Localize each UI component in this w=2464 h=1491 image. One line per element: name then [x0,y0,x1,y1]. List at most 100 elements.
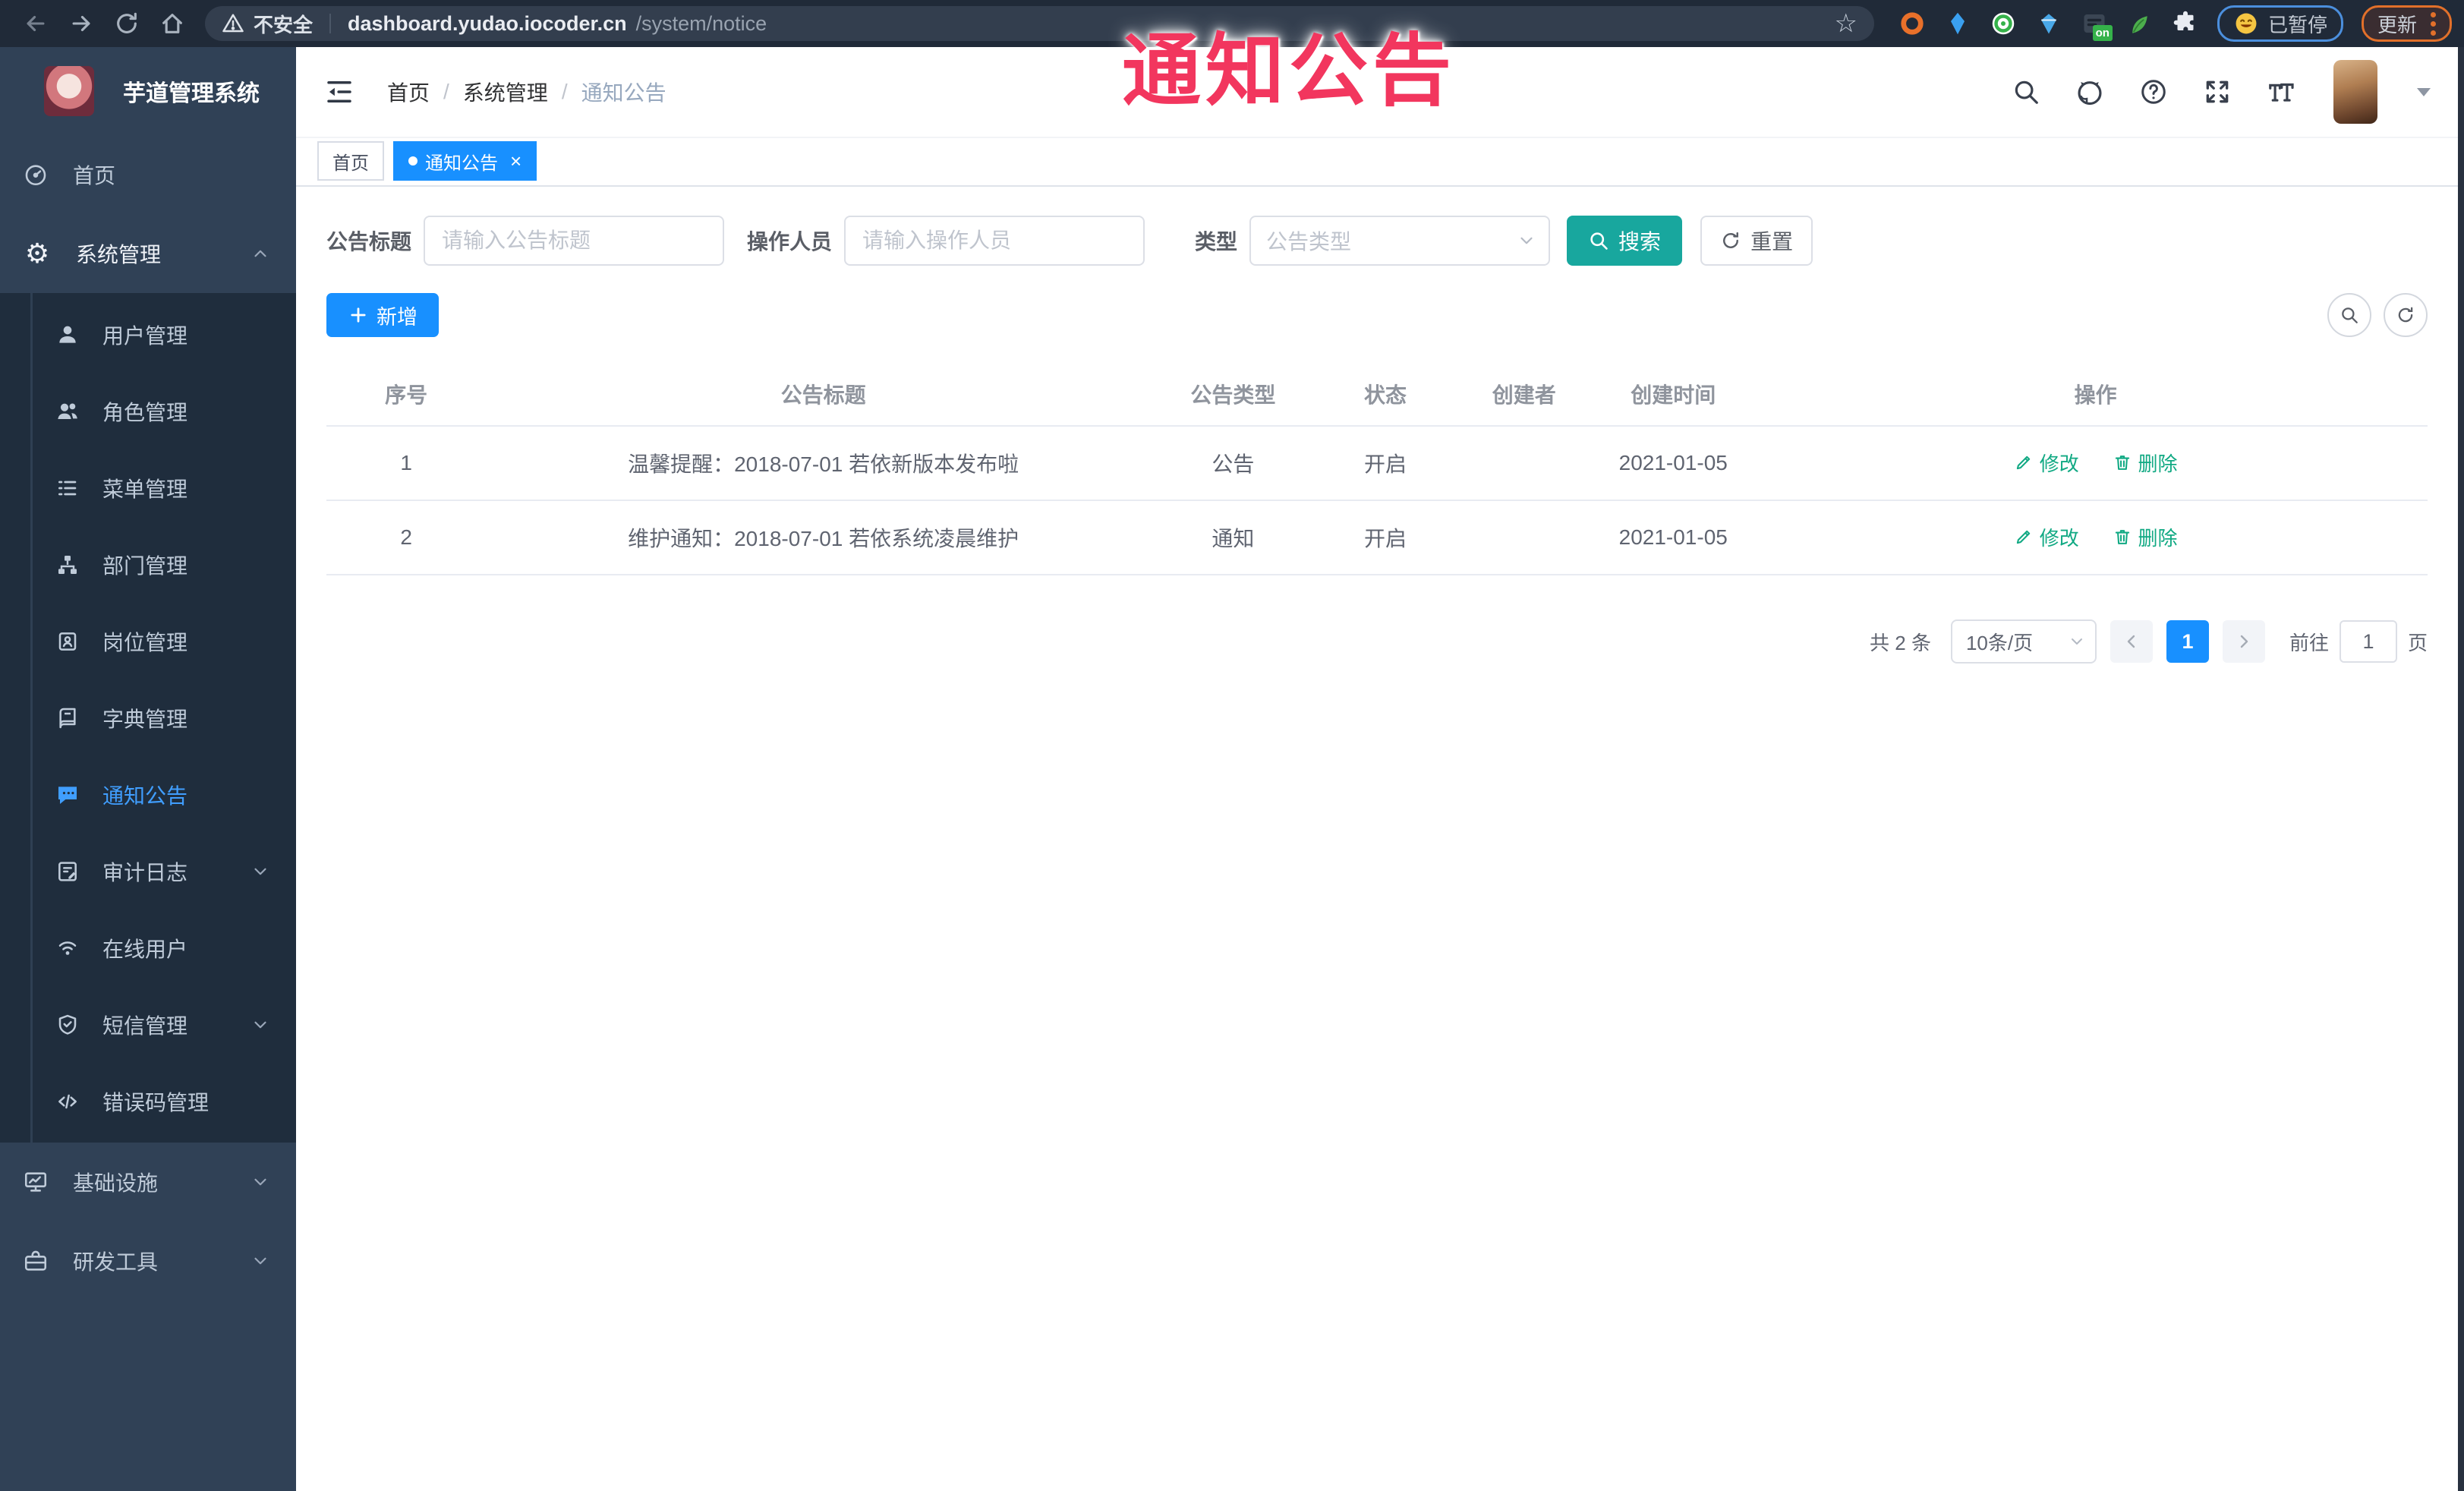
extension-orange-ring-icon[interactable] [1898,10,1926,37]
back-icon[interactable] [23,11,49,36]
help-question-icon[interactable] [2139,77,2168,106]
toggle-search-button[interactable] [2327,293,2371,337]
notice-title-label: 公告标题 [326,230,412,254]
home-icon[interactable] [159,11,185,36]
avatar-caret-down-icon[interactable] [2417,87,2431,96]
operator-input[interactable] [844,216,1145,266]
reset-button[interactable]: 重置 [1700,216,1813,266]
cell-created: 2021-01-05 [1583,426,1764,501]
trash-icon [2115,455,2129,471]
browser-update-button[interactable]: 更新 [2361,5,2452,42]
header-actions [2012,60,2431,124]
page-1-button[interactable]: 1 [2166,620,2209,663]
tab-notice[interactable]: 通知公告 × [393,141,537,181]
tab-home[interactable]: 首页 [317,141,384,181]
extension-green-circle-icon[interactable] [1990,10,2017,37]
search-button[interactable]: 搜索 [1567,216,1683,266]
col-title: 公告标题 [486,363,1161,427]
sidebar-item-infrastructure[interactable]: 基础设施 [0,1143,296,1221]
browser-menu-kebab-icon[interactable] [2431,11,2436,36]
chevron-down-icon [254,1178,266,1186]
cell-creator [1465,500,1583,575]
delete-label: 删除 [2138,526,2178,550]
edit-link[interactable]: 修改 [2014,449,2079,477]
cell-status: 开启 [1305,426,1466,501]
extension-blue-pin-icon[interactable] [1944,10,1971,37]
sidebar-item-label: 错误码管理 [102,1090,210,1114]
url-path[interactable]: /system/notice [636,12,767,36]
sidebar-item-label: 基础设施 [73,1171,159,1195]
extension-leaf-icon[interactable] [2126,10,2154,37]
github-icon[interactable] [2075,77,2104,106]
sidebar-item-notice[interactable]: 通知公告 [0,756,296,833]
user-avatar[interactable] [2333,60,2377,124]
shield-check-icon [58,1014,77,1035]
sidebar-item-label: 部门管理 [102,553,188,578]
sidebar-item-label: 菜单管理 [102,477,188,501]
next-page-button[interactable] [2222,620,2265,663]
security-label[interactable]: 不安全 [254,10,313,38]
sidebar-item-dept-management[interactable]: 部门管理 [0,526,296,603]
font-size-icon[interactable] [2267,77,2295,106]
extension-paused-pill[interactable]: 已暂停 [2217,5,2343,42]
chat-bubble-icon [58,786,77,804]
extension-blue-gem-icon[interactable] [2035,10,2062,37]
prev-page-button[interactable] [2110,620,2153,663]
add-button[interactable]: 新增 [326,293,439,337]
fullscreen-icon[interactable] [2203,77,2232,106]
delete-link[interactable]: 删除 [2113,449,2178,477]
extension-proxy-icon[interactable]: on [2081,10,2113,41]
app-header: 首页 / 系统管理 / 通知公告 [296,47,2458,137]
sidebar-item-audit-log[interactable]: 审计日志 [0,833,296,909]
active-tab-dot-icon [408,156,417,165]
sidebar-item-post-management[interactable]: 岗位管理 [0,603,296,679]
page-size-select[interactable]: 10条/页 [1950,619,2097,664]
main-content: 公告标题 操作人员 类型 公告类型 搜索 重置 新增 [296,188,2458,1491]
sidebar-item-system-management[interactable]: ⚙ 系统管理 [0,214,296,293]
pagination-total: 共 2 条 [1870,631,1931,654]
page: 不安全 dashboard.yudao.iocoder.cn /system/n… [0,0,2464,1491]
bookmark-star-icon[interactable]: ☆ [1834,11,1857,36]
table-row: 2 维护通知：2018-07-01 若依系统凌晨维护 通知 开启 2021-01… [326,500,2428,575]
header-search-icon[interactable] [2012,77,2040,106]
sidebar-fold-icon[interactable] [323,76,355,108]
goto-page-input[interactable] [2339,620,2397,663]
edit-link[interactable]: 修改 [2014,523,2079,551]
address-bar[interactable]: 不安全 dashboard.yudao.iocoder.cn /system/n… [205,6,1874,41]
sidebar-item-user-management[interactable]: 用户管理 [0,296,296,373]
notice-title-input[interactable] [424,216,725,266]
tab-close-icon[interactable]: × [510,151,521,171]
breadcrumb-system[interactable]: 系统管理 [463,77,548,107]
chevron-down-icon [1520,237,1533,244]
breadcrumb-separator: / [561,80,568,103]
app-logo[interactable]: 芋道管理系统 [0,47,296,135]
sidebar-item-online-user[interactable]: 在线用户 [0,909,296,986]
sidebar-item-menu-management[interactable]: 菜单管理 [0,449,296,526]
refresh-icon [1723,232,1739,248]
select-placeholder: 公告类型 [1266,230,1352,254]
chevron-up-icon [254,250,266,257]
forward-icon[interactable] [68,11,94,36]
delete-link[interactable]: 删除 [2113,523,2178,551]
sidebar-item-home[interactable]: 首页 [0,135,296,214]
sidebar-item-role-management[interactable]: 角色管理 [0,373,296,449]
search-icon [2342,307,2358,323]
plus-icon [351,307,366,323]
sidebar-item-error-code[interactable]: 错误码管理 [0,1063,296,1140]
url-host[interactable]: dashboard.yudao.iocoder.cn [348,12,627,36]
sidebar-item-sms-management[interactable]: 短信管理 [0,986,296,1063]
sidebar-item-label: 审计日志 [102,860,188,884]
tab-label: 通知公告 [425,153,498,174]
extensions-area: on 已暂停 更新 [1898,5,2452,42]
sidebar-item-label: 角色管理 [102,400,188,424]
refresh-table-button[interactable] [2384,293,2428,337]
dashboard-icon [25,165,46,186]
cell-title: 温馨提醒：2018-07-01 若依新版本发布啦 [486,426,1161,501]
notice-type-select[interactable]: 公告类型 [1249,216,1551,266]
page-scrollbar[interactable] [2458,47,2464,1491]
extensions-puzzle-icon[interactable] [2172,10,2199,37]
reload-icon[interactable] [114,11,140,36]
sidebar-item-dict-management[interactable]: 字典管理 [0,679,296,756]
sidebar-item-dev-tools[interactable]: 研发工具 [0,1221,296,1300]
breadcrumb-home[interactable]: 首页 [387,77,430,107]
